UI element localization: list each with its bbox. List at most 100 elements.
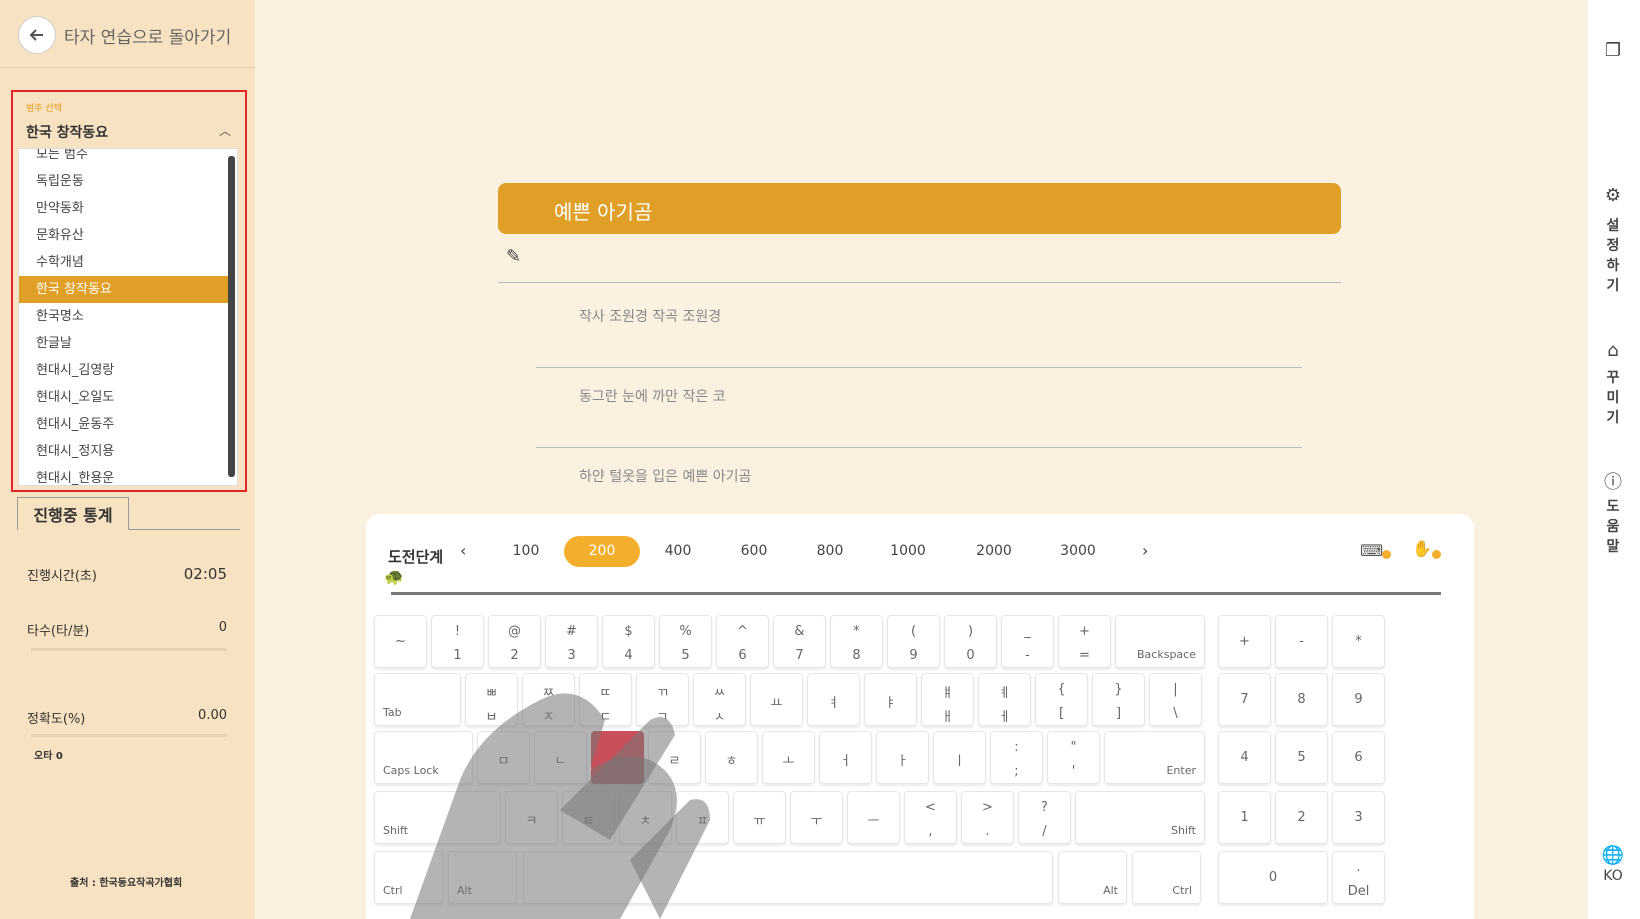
key[interactable]: ㅋ xyxy=(505,791,558,844)
back-button[interactable] xyxy=(18,16,56,54)
numpad-del-key[interactable]: . Del xyxy=(1332,851,1385,904)
key[interactable]: ㄴ xyxy=(534,731,587,784)
key[interactable]: ㅃㅂ xyxy=(465,673,518,726)
back-label[interactable]: 타자 연습으로 돌아가기 xyxy=(64,23,231,48)
chevron-left-icon[interactable]: ‹ xyxy=(460,541,466,560)
space-key[interactable] xyxy=(523,851,1053,904)
level-option[interactable]: 2000 xyxy=(956,536,1032,567)
key[interactable]: % 5 xyxy=(659,615,712,668)
category-selected[interactable]: 한국 창작동요 xyxy=(26,122,108,142)
key[interactable]: ㅆㅅ xyxy=(693,673,746,726)
key[interactable]: ㅎ xyxy=(705,731,758,784)
key[interactable]: <, xyxy=(904,791,957,844)
keyboard-icon[interactable]: ⌨ xyxy=(1360,541,1383,560)
key[interactable]: ㅒㅐ xyxy=(921,673,974,726)
category-item[interactable]: 한국 창작동요 xyxy=(19,276,229,303)
right-alt-key[interactable]: Alt xyxy=(1058,851,1127,904)
numpad-key[interactable]: 1 xyxy=(1218,791,1271,844)
scrollbar[interactable] xyxy=(228,156,235,477)
globe-icon[interactable]: 🌐 xyxy=(1600,845,1626,866)
key[interactable]: ㅗ xyxy=(762,731,815,784)
category-item[interactable]: 독립운동 xyxy=(19,168,229,195)
key[interactable]: ㅊ xyxy=(619,791,672,844)
category-item[interactable]: 모든 범주 xyxy=(19,149,229,168)
key[interactable]: (9 xyxy=(887,615,940,668)
key[interactable]: " ' xyxy=(1047,731,1100,784)
key[interactable]: ㅍ xyxy=(676,791,729,844)
category-select[interactable]: 범주 선택 한국 창작동요 ︿ 모든 범주 독립운동 만약동화 문화유산 수학개념 한국 … xyxy=(11,90,247,492)
enter-key[interactable]: Enter xyxy=(1104,731,1205,784)
key[interactable]: ㅓ xyxy=(819,731,872,784)
category-item[interactable]: 현대시_윤동주 xyxy=(19,411,229,438)
left-shift-key[interactable]: Shift xyxy=(374,791,501,844)
category-item[interactable]: 수학개념 xyxy=(19,249,229,276)
numpad-key[interactable]: * xyxy=(1332,615,1385,668)
key[interactable]: }] xyxy=(1092,673,1145,726)
level-option[interactable]: 200 xyxy=(564,536,640,567)
hand-icon[interactable]: ✋ xyxy=(1412,539,1432,558)
numpad-key[interactable]: 2 xyxy=(1275,791,1328,844)
language-label[interactable]: KO xyxy=(1600,866,1626,886)
category-item[interactable]: 한글날 xyxy=(19,330,229,357)
category-item[interactable]: 현대시_오일도 xyxy=(19,384,229,411)
key[interactable]: ㅜ xyxy=(790,791,843,844)
hand-toggle-dot[interactable] xyxy=(1432,550,1441,559)
left-alt-key[interactable]: Alt xyxy=(448,851,517,904)
level-option[interactable]: 600 xyxy=(716,536,792,567)
key[interactable]: ^ 6 xyxy=(716,615,769,668)
right-ctrl-key[interactable]: Ctrl xyxy=(1132,851,1201,904)
gear-icon[interactable]: ⚙ xyxy=(1600,185,1626,206)
key[interactable]: ㅌ xyxy=(562,791,615,844)
numpad-key[interactable]: 9 xyxy=(1332,673,1385,726)
key[interactable]: ㅑ xyxy=(864,673,917,726)
category-item[interactable]: 문화유산 xyxy=(19,222,229,249)
right-shift-key[interactable]: Shift xyxy=(1075,791,1205,844)
category-item[interactable]: 만약동화 xyxy=(19,195,229,222)
help-icon[interactable]: ⓘ xyxy=(1600,468,1626,494)
key[interactable]: >. xyxy=(961,791,1014,844)
caps-lock-key[interactable]: Caps Lock xyxy=(374,731,473,784)
tab-key[interactable]: Tab xyxy=(374,673,461,726)
level-option[interactable]: 3000 xyxy=(1040,536,1116,567)
numpad-key[interactable]: 5 xyxy=(1275,731,1328,784)
key[interactable]: ㅇ xyxy=(591,731,644,784)
left-ctrl-key[interactable]: Ctrl xyxy=(374,851,443,904)
numpad-key[interactable]: 4 xyxy=(1218,731,1271,784)
key[interactable]: :; xyxy=(990,731,1043,784)
key[interactable]: ㅡ xyxy=(847,791,900,844)
keyboard-toggle-dot[interactable] xyxy=(1382,550,1391,559)
numpad-key[interactable]: 3 xyxy=(1332,791,1385,844)
numpad-zero-key[interactable]: 0 xyxy=(1218,851,1328,904)
key[interactable]: ㅠ xyxy=(733,791,786,844)
key[interactable]: ㅕ xyxy=(807,673,860,726)
key[interactable]: $4 xyxy=(602,615,655,668)
key[interactable]: * 8 xyxy=(830,615,883,668)
category-item[interactable]: 현대시_김영랑 xyxy=(19,357,229,384)
back-row[interactable]: 타자 연습으로 돌아가기 xyxy=(18,16,231,54)
level-option[interactable]: 400 xyxy=(640,536,716,567)
tab-stats[interactable]: 진행중 통계 xyxy=(17,497,129,530)
numpad-key[interactable]: - xyxy=(1275,615,1328,668)
level-option[interactable]: 100 xyxy=(488,536,564,567)
key[interactable]: ? / xyxy=(1018,791,1071,844)
key[interactable]: _ - xyxy=(1001,615,1054,668)
key[interactable]: ㅖㅔ xyxy=(978,673,1031,726)
level-option[interactable]: 800 xyxy=(792,536,868,567)
chevron-up-icon[interactable]: ︿ xyxy=(219,122,231,139)
key[interactable]: @2 xyxy=(488,615,541,668)
key[interactable]: ㅣ xyxy=(933,731,986,784)
key[interactable]: ㅉㅈ xyxy=(522,673,575,726)
key[interactable]: + = xyxy=(1058,615,1111,668)
category-item[interactable]: 현대시_한용운 xyxy=(19,465,229,485)
key[interactable]: ㅏ xyxy=(876,731,929,784)
numpad-key[interactable]: 7 xyxy=(1218,673,1271,726)
window-icon[interactable]: ❐ xyxy=(1600,40,1626,61)
key[interactable]: ! 1 xyxy=(431,615,484,668)
paint-icon[interactable]: ⌂ xyxy=(1600,340,1626,361)
category-item[interactable]: 현대시_정지용 xyxy=(19,438,229,465)
chevron-right-icon[interactable]: › xyxy=(1142,541,1148,560)
key[interactable]: ~ xyxy=(374,615,427,668)
key[interactable]: ㄹ xyxy=(648,731,701,784)
key[interactable]: ) 0 xyxy=(944,615,997,668)
key[interactable]: #3 xyxy=(545,615,598,668)
